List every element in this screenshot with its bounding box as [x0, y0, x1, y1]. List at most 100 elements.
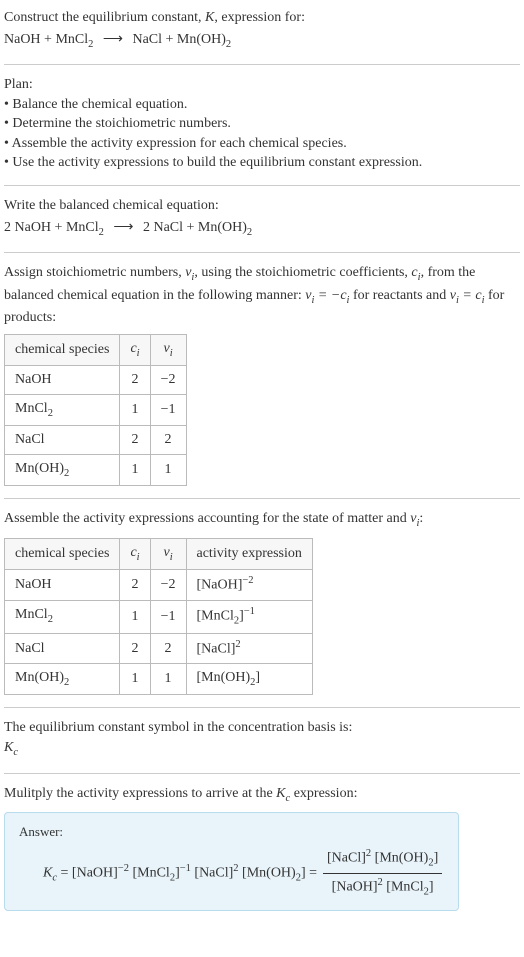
t: , using the stoichiometric coefficients, [194, 265, 411, 280]
cell-nu: −2 [150, 366, 186, 395]
table-row: NaCl 2 2 [NaCl]2 [5, 633, 313, 663]
sub: 2 [48, 614, 53, 625]
unbalanced-equation: NaOH + MnCl2 ⟶ NaCl + Mn(OH)2 [4, 30, 520, 52]
multiply-section: Mulitply the activity expressions to arr… [4, 784, 520, 912]
cell-species: NaCl [5, 633, 120, 663]
answer-label: Answer: [19, 823, 444, 841]
activity-title: Assemble the activity expressions accoun… [4, 509, 520, 531]
t: Assemble the activity expressions accoun… [4, 511, 410, 526]
cell-nu: 2 [150, 633, 186, 663]
cell-species: Mn(OH)2 [5, 454, 120, 485]
divider [4, 498, 520, 499]
rel: = c [459, 288, 482, 303]
cell-nu: −2 [150, 570, 186, 600]
t: [NaOH] [332, 880, 378, 895]
kc-lhs: Kc = [NaOH]−2 [MnCl2]−1 [NaCl]2 [Mn(OH)2… [43, 862, 317, 886]
sub-i: i [170, 347, 173, 358]
t: : [419, 511, 423, 526]
divider [4, 707, 520, 708]
t: ] [434, 851, 439, 866]
t: Mn(OH) [15, 461, 64, 476]
K: K [4, 740, 13, 755]
t: [NaOH] [197, 578, 243, 593]
sub-2: 2 [99, 226, 104, 237]
plan-item: • Assemble the activity expression for e… [4, 134, 520, 154]
exp: −1 [180, 863, 191, 874]
reaction-rhs: NaCl + Mn(OH) [132, 32, 225, 47]
exp: −2 [242, 575, 253, 586]
balanced-title: Write the balanced chemical equation: [4, 196, 520, 216]
exp: −1 [244, 606, 255, 617]
balanced-equation: 2 NaOH + MnCl2 ⟶ 2 NaCl + Mn(OH)2 [4, 218, 520, 240]
assign-text: Assign stoichiometric numbers, νi, using… [4, 263, 520, 328]
table-row: NaCl 2 2 [5, 426, 187, 455]
cell-expr: [NaCl]2 [186, 633, 312, 663]
fraction-denominator: [NaOH]2 [MnCl2] [328, 874, 438, 900]
cell-expr: [Mn(OH)2] [186, 663, 312, 694]
prompt-text: Construct the equilibrium constant, [4, 10, 205, 25]
sub: 2 [64, 677, 69, 688]
balanced-rhs: 2 NaCl + Mn(OH) [143, 220, 247, 235]
t: [MnCl [383, 880, 424, 895]
eq: = [57, 865, 72, 880]
K: K [276, 786, 285, 801]
t: Mn(OH) [15, 670, 64, 685]
t: [NaCl] [191, 865, 233, 880]
t: expression: [290, 786, 357, 801]
plan-item: • Balance the chemical equation. [4, 95, 520, 115]
col-expr: activity expression [186, 538, 312, 569]
cell-expr: [NaOH]−2 [186, 570, 312, 600]
t: [MnCl [197, 608, 234, 623]
multiply-text: Mulitply the activity expressions to arr… [4, 784, 520, 806]
cell-c: 2 [120, 426, 150, 455]
t: MnCl [15, 401, 48, 416]
cell-c: 2 [120, 633, 150, 663]
t: [Mn(OH) [239, 865, 296, 880]
t: [MnCl [129, 865, 170, 880]
sub-c: c [13, 747, 18, 758]
sub-2: 2 [226, 38, 231, 49]
balanced-section: Write the balanced chemical equation: 2 … [4, 196, 520, 240]
table-row: Mn(OH)2 1 1 [5, 454, 187, 485]
t: [NaCl] [327, 851, 366, 866]
col-nui: νi [150, 538, 186, 569]
cell-expr: [MnCl2]−1 [186, 600, 312, 633]
reaction-lhs: NaOH + MnCl [4, 32, 88, 47]
kc-symbol: Kc [4, 738, 520, 760]
t: [Mn(OH) [197, 670, 251, 685]
col-ci: ci [120, 538, 150, 569]
cell-nu: −1 [150, 600, 186, 633]
t: for reactants and [349, 288, 449, 303]
cell-nu: 1 [150, 454, 186, 485]
rel: = −c [314, 288, 346, 303]
sub: 2 [64, 468, 69, 479]
prompt-text-b: , expression for: [214, 10, 305, 25]
activity-table: chemical species ci νi activity expressi… [4, 538, 313, 696]
arrow-icon: ⟶ [103, 32, 123, 47]
answer-box: Answer: Kc = [NaOH]−2 [MnCl2]−1 [NaCl]2 … [4, 812, 459, 911]
table-row: NaOH 2 −2 [5, 366, 187, 395]
sub-i: i [170, 552, 173, 563]
t: Mulitply the activity expressions to arr… [4, 786, 276, 801]
activity-section: Assemble the activity expressions accoun… [4, 509, 520, 695]
t: ] [255, 670, 260, 685]
t: [NaCl] [197, 641, 236, 656]
table-header-row: chemical species ci νi [5, 334, 187, 365]
plan-item: • Determine the stoichiometric numbers. [4, 114, 520, 134]
cell-c: 1 [120, 394, 150, 425]
cell-c: 1 [120, 663, 150, 694]
fraction: [NaCl]2 [Mn(OH)2] [NaOH]2 [MnCl2] [323, 847, 442, 900]
cell-species: NaCl [5, 426, 120, 455]
t: [NaOH] [72, 865, 118, 880]
t: [Mn(OH) [371, 851, 428, 866]
t: ] = [301, 865, 317, 880]
col-ci: ci [120, 334, 150, 365]
cell-nu: 1 [150, 663, 186, 694]
table-row: MnCl2 1 −1 [5, 394, 187, 425]
kc-symbol-section: The equilibrium constant symbol in the c… [4, 718, 520, 760]
sub-i: i [137, 552, 140, 563]
prompt-section: Construct the equilibrium constant, K, e… [4, 8, 520, 52]
t: MnCl [15, 607, 48, 622]
plan-item: • Use the activity expressions to build … [4, 153, 520, 173]
stoichiometry-table: chemical species ci νi NaOH 2 −2 MnCl2 1… [4, 334, 187, 487]
